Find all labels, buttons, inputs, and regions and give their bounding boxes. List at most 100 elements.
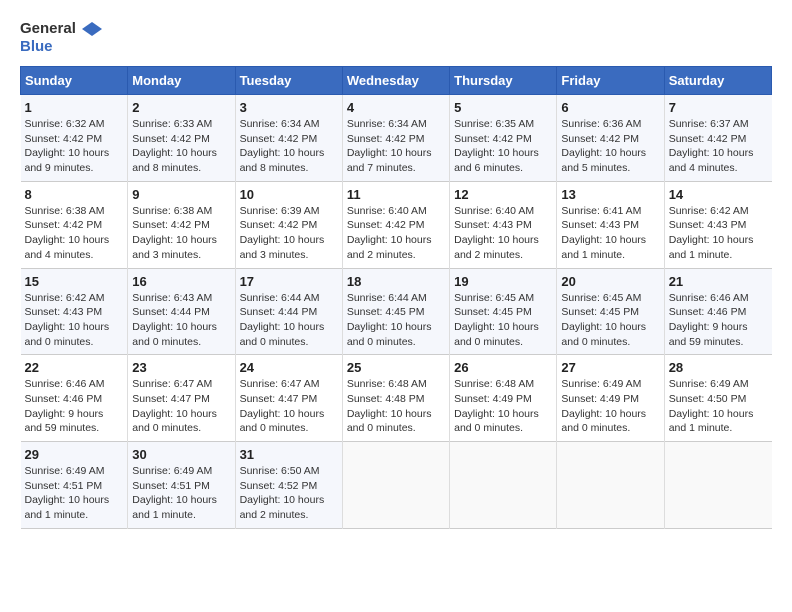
day-number: 5 bbox=[454, 100, 552, 115]
calendar-cell: 27 Sunrise: 6:49 AM Sunset: 4:49 PM Dayl… bbox=[557, 355, 664, 442]
day-number: 24 bbox=[240, 360, 338, 375]
weekday-header: Thursday bbox=[450, 67, 557, 95]
calendar-cell: 23 Sunrise: 6:47 AM Sunset: 4:47 PM Dayl… bbox=[128, 355, 235, 442]
day-detail: Sunrise: 6:42 AM Sunset: 4:43 PM Dayligh… bbox=[25, 291, 124, 350]
day-detail: Sunrise: 6:50 AM Sunset: 4:52 PM Dayligh… bbox=[240, 464, 338, 523]
day-number: 15 bbox=[25, 274, 124, 289]
day-number: 8 bbox=[25, 187, 124, 202]
day-number: 10 bbox=[240, 187, 338, 202]
day-detail: Sunrise: 6:35 AM Sunset: 4:42 PM Dayligh… bbox=[454, 117, 552, 176]
day-detail: Sunrise: 6:44 AM Sunset: 4:45 PM Dayligh… bbox=[347, 291, 445, 350]
day-number: 31 bbox=[240, 447, 338, 462]
calendar-cell: 30 Sunrise: 6:49 AM Sunset: 4:51 PM Dayl… bbox=[128, 442, 235, 529]
weekday-header: Wednesday bbox=[342, 67, 449, 95]
calendar-cell: 12 Sunrise: 6:40 AM Sunset: 4:43 PM Dayl… bbox=[450, 181, 557, 268]
day-number: 1 bbox=[25, 100, 124, 115]
day-detail: Sunrise: 6:48 AM Sunset: 4:48 PM Dayligh… bbox=[347, 377, 445, 436]
day-detail: Sunrise: 6:40 AM Sunset: 4:43 PM Dayligh… bbox=[454, 204, 552, 263]
calendar-week-row: 22 Sunrise: 6:46 AM Sunset: 4:46 PM Dayl… bbox=[21, 355, 772, 442]
calendar-cell: 19 Sunrise: 6:45 AM Sunset: 4:45 PM Dayl… bbox=[450, 268, 557, 355]
calendar-cell: 11 Sunrise: 6:40 AM Sunset: 4:42 PM Dayl… bbox=[342, 181, 449, 268]
day-number: 28 bbox=[669, 360, 768, 375]
calendar-cell: 9 Sunrise: 6:38 AM Sunset: 4:42 PM Dayli… bbox=[128, 181, 235, 268]
calendar-cell: 26 Sunrise: 6:48 AM Sunset: 4:49 PM Dayl… bbox=[450, 355, 557, 442]
day-number: 12 bbox=[454, 187, 552, 202]
calendar-cell: 7 Sunrise: 6:37 AM Sunset: 4:42 PM Dayli… bbox=[664, 95, 771, 182]
day-number: 22 bbox=[25, 360, 124, 375]
day-number: 21 bbox=[669, 274, 768, 289]
day-detail: Sunrise: 6:47 AM Sunset: 4:47 PM Dayligh… bbox=[240, 377, 338, 436]
day-detail: Sunrise: 6:47 AM Sunset: 4:47 PM Dayligh… bbox=[132, 377, 230, 436]
calendar-week-row: 1 Sunrise: 6:32 AM Sunset: 4:42 PM Dayli… bbox=[21, 95, 772, 182]
day-detail: Sunrise: 6:36 AM Sunset: 4:42 PM Dayligh… bbox=[561, 117, 659, 176]
day-detail: Sunrise: 6:49 AM Sunset: 4:51 PM Dayligh… bbox=[25, 464, 124, 523]
calendar-cell: 14 Sunrise: 6:42 AM Sunset: 4:43 PM Dayl… bbox=[664, 181, 771, 268]
day-number: 19 bbox=[454, 274, 552, 289]
logo: General Blue bbox=[20, 20, 102, 56]
day-number: 20 bbox=[561, 274, 659, 289]
day-number: 27 bbox=[561, 360, 659, 375]
calendar-cell bbox=[342, 442, 449, 529]
day-detail: Sunrise: 6:34 AM Sunset: 4:42 PM Dayligh… bbox=[240, 117, 338, 176]
day-detail: Sunrise: 6:45 AM Sunset: 4:45 PM Dayligh… bbox=[561, 291, 659, 350]
calendar-cell: 18 Sunrise: 6:44 AM Sunset: 4:45 PM Dayl… bbox=[342, 268, 449, 355]
day-number: 26 bbox=[454, 360, 552, 375]
calendar-cell: 25 Sunrise: 6:48 AM Sunset: 4:48 PM Dayl… bbox=[342, 355, 449, 442]
weekday-header-row: SundayMondayTuesdayWednesdayThursdayFrid… bbox=[21, 67, 772, 95]
day-detail: Sunrise: 6:38 AM Sunset: 4:42 PM Dayligh… bbox=[132, 204, 230, 263]
day-number: 16 bbox=[132, 274, 230, 289]
calendar-cell: 16 Sunrise: 6:43 AM Sunset: 4:44 PM Dayl… bbox=[128, 268, 235, 355]
calendar-cell: 17 Sunrise: 6:44 AM Sunset: 4:44 PM Dayl… bbox=[235, 268, 342, 355]
weekday-header: Tuesday bbox=[235, 67, 342, 95]
day-number: 6 bbox=[561, 100, 659, 115]
calendar-week-row: 15 Sunrise: 6:42 AM Sunset: 4:43 PM Dayl… bbox=[21, 268, 772, 355]
weekday-header: Monday bbox=[128, 67, 235, 95]
logo-text: General Blue bbox=[20, 20, 102, 56]
calendar-cell: 24 Sunrise: 6:47 AM Sunset: 4:47 PM Dayl… bbox=[235, 355, 342, 442]
day-number: 13 bbox=[561, 187, 659, 202]
calendar-cell: 6 Sunrise: 6:36 AM Sunset: 4:42 PM Dayli… bbox=[557, 95, 664, 182]
day-detail: Sunrise: 6:41 AM Sunset: 4:43 PM Dayligh… bbox=[561, 204, 659, 263]
calendar-cell bbox=[664, 442, 771, 529]
day-number: 2 bbox=[132, 100, 230, 115]
day-detail: Sunrise: 6:43 AM Sunset: 4:44 PM Dayligh… bbox=[132, 291, 230, 350]
day-number: 9 bbox=[132, 187, 230, 202]
day-detail: Sunrise: 6:46 AM Sunset: 4:46 PM Dayligh… bbox=[669, 291, 768, 350]
day-number: 11 bbox=[347, 187, 445, 202]
calendar-cell: 15 Sunrise: 6:42 AM Sunset: 4:43 PM Dayl… bbox=[21, 268, 128, 355]
day-detail: Sunrise: 6:40 AM Sunset: 4:42 PM Dayligh… bbox=[347, 204, 445, 263]
day-detail: Sunrise: 6:39 AM Sunset: 4:42 PM Dayligh… bbox=[240, 204, 338, 263]
day-number: 18 bbox=[347, 274, 445, 289]
day-detail: Sunrise: 6:49 AM Sunset: 4:51 PM Dayligh… bbox=[132, 464, 230, 523]
day-detail: Sunrise: 6:34 AM Sunset: 4:42 PM Dayligh… bbox=[347, 117, 445, 176]
day-detail: Sunrise: 6:45 AM Sunset: 4:45 PM Dayligh… bbox=[454, 291, 552, 350]
calendar-cell: 5 Sunrise: 6:35 AM Sunset: 4:42 PM Dayli… bbox=[450, 95, 557, 182]
calendar-week-row: 8 Sunrise: 6:38 AM Sunset: 4:42 PM Dayli… bbox=[21, 181, 772, 268]
calendar-cell bbox=[450, 442, 557, 529]
day-number: 25 bbox=[347, 360, 445, 375]
calendar-cell: 22 Sunrise: 6:46 AM Sunset: 4:46 PM Dayl… bbox=[21, 355, 128, 442]
day-detail: Sunrise: 6:44 AM Sunset: 4:44 PM Dayligh… bbox=[240, 291, 338, 350]
calendar-cell: 1 Sunrise: 6:32 AM Sunset: 4:42 PM Dayli… bbox=[21, 95, 128, 182]
day-detail: Sunrise: 6:49 AM Sunset: 4:49 PM Dayligh… bbox=[561, 377, 659, 436]
day-detail: Sunrise: 6:49 AM Sunset: 4:50 PM Dayligh… bbox=[669, 377, 768, 436]
day-detail: Sunrise: 6:33 AM Sunset: 4:42 PM Dayligh… bbox=[132, 117, 230, 176]
calendar-cell: 4 Sunrise: 6:34 AM Sunset: 4:42 PM Dayli… bbox=[342, 95, 449, 182]
day-detail: Sunrise: 6:42 AM Sunset: 4:43 PM Dayligh… bbox=[669, 204, 768, 263]
day-detail: Sunrise: 6:37 AM Sunset: 4:42 PM Dayligh… bbox=[669, 117, 768, 176]
day-number: 4 bbox=[347, 100, 445, 115]
weekday-header: Sunday bbox=[21, 67, 128, 95]
calendar-week-row: 29 Sunrise: 6:49 AM Sunset: 4:51 PM Dayl… bbox=[21, 442, 772, 529]
calendar-cell: 2 Sunrise: 6:33 AM Sunset: 4:42 PM Dayli… bbox=[128, 95, 235, 182]
page-header: General Blue bbox=[20, 20, 772, 56]
weekday-header: Saturday bbox=[664, 67, 771, 95]
calendar-cell: 31 Sunrise: 6:50 AM Sunset: 4:52 PM Dayl… bbox=[235, 442, 342, 529]
calendar-cell: 10 Sunrise: 6:39 AM Sunset: 4:42 PM Dayl… bbox=[235, 181, 342, 268]
calendar-cell: 20 Sunrise: 6:45 AM Sunset: 4:45 PM Dayl… bbox=[557, 268, 664, 355]
calendar-cell: 29 Sunrise: 6:49 AM Sunset: 4:51 PM Dayl… bbox=[21, 442, 128, 529]
day-number: 23 bbox=[132, 360, 230, 375]
day-number: 14 bbox=[669, 187, 768, 202]
day-number: 29 bbox=[25, 447, 124, 462]
calendar-table: SundayMondayTuesdayWednesdayThursdayFrid… bbox=[20, 66, 772, 529]
calendar-cell: 21 Sunrise: 6:46 AM Sunset: 4:46 PM Dayl… bbox=[664, 268, 771, 355]
